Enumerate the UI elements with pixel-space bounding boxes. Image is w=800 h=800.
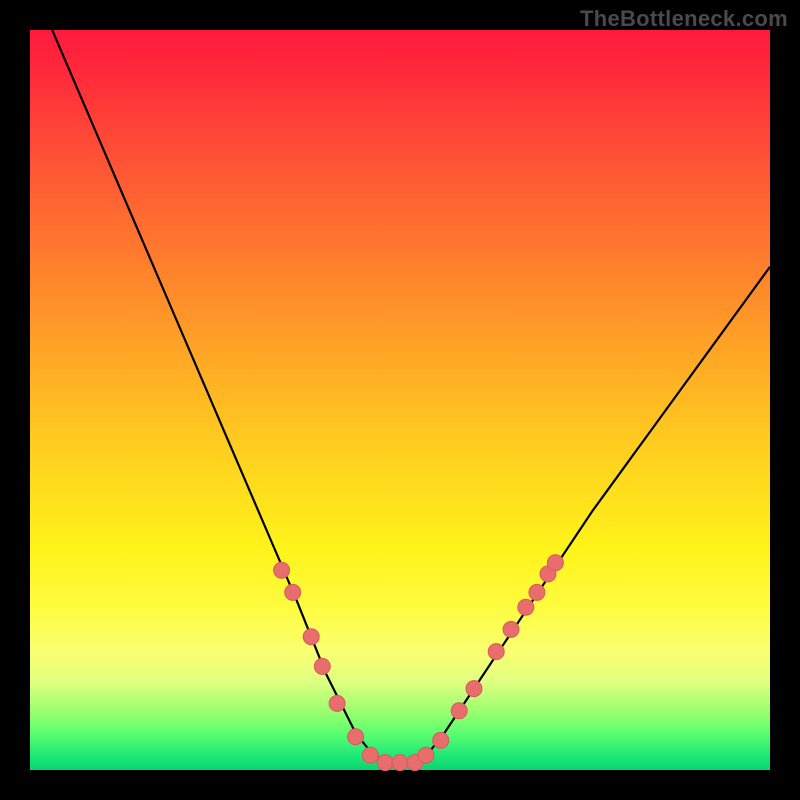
bottleneck-curve-path (52, 30, 770, 763)
curve-marker (466, 681, 482, 697)
curve-markers-group (274, 555, 564, 771)
gradient-plot-area (30, 30, 770, 770)
curve-marker (329, 695, 345, 711)
curve-marker (274, 562, 290, 578)
curve-marker (433, 732, 449, 748)
curve-marker (377, 755, 393, 771)
curve-marker (348, 729, 364, 745)
curve-marker (285, 584, 301, 600)
curve-marker (303, 629, 319, 645)
watermark-text: TheBottleneck.com (580, 6, 788, 32)
curve-layer (30, 30, 770, 770)
curve-marker (529, 584, 545, 600)
curve-marker (547, 555, 563, 571)
curve-marker (362, 747, 378, 763)
curve-marker (503, 621, 519, 637)
curve-marker (451, 703, 467, 719)
curve-marker (518, 599, 534, 615)
curve-marker (488, 644, 504, 660)
curve-marker (314, 658, 330, 674)
curve-marker (392, 755, 408, 771)
curve-marker (418, 747, 434, 763)
chart-frame: TheBottleneck.com (0, 0, 800, 800)
